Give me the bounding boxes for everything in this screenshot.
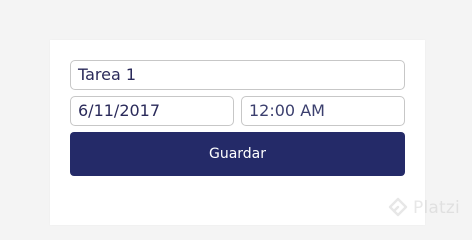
task-date-input[interactable]: 6/11/2017 bbox=[70, 96, 234, 126]
watermark-brand-text: Platzi bbox=[413, 198, 460, 218]
task-title-input[interactable]: Tarea 1 bbox=[70, 60, 405, 90]
platzi-watermark: Platzi bbox=[388, 195, 460, 221]
platzi-logo-icon bbox=[388, 197, 408, 217]
task-form-card: Tarea 1 6/11/2017 12:00 AM Guardar bbox=[50, 40, 425, 225]
save-button[interactable]: Guardar bbox=[70, 132, 405, 176]
task-time-input[interactable]: 12:00 AM bbox=[241, 96, 405, 126]
